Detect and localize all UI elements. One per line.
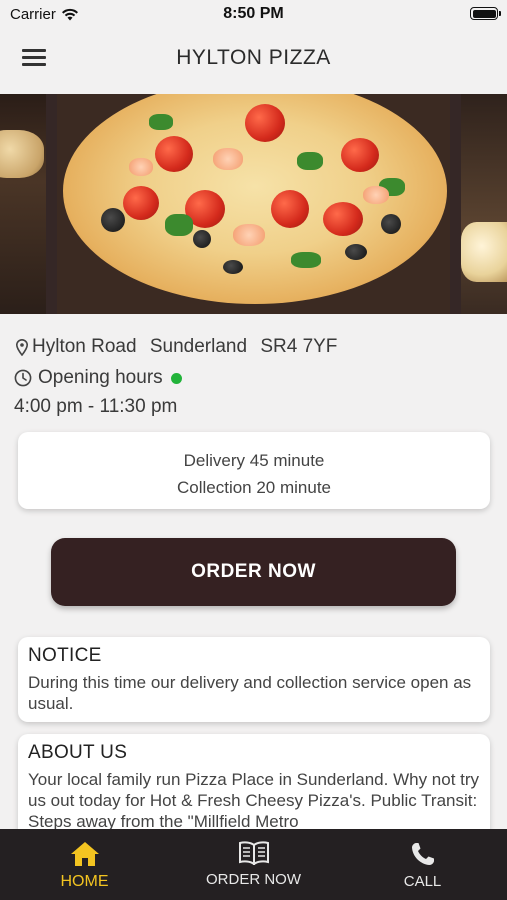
opening-hours-range: 4:00 pm - 11:30 pm <box>14 396 178 417</box>
tab-home-label: HOME <box>60 873 109 890</box>
tab-order-now[interactable]: ORDER NOW <box>169 829 338 900</box>
collection-time: Collection 20 minute <box>176 478 332 497</box>
tab-order-now-label: ORDER NOW <box>206 871 301 888</box>
menu-book-icon <box>238 841 269 865</box>
tab-bar: HOME ORDER NOW CALL <box>0 829 507 900</box>
tab-call[interactable]: CALL <box>338 829 507 900</box>
delivery-times-card: Delivery 45 minute Collection 20 minute <box>18 432 490 509</box>
photo-carousel[interactable] <box>0 94 507 314</box>
open-status-dot <box>170 372 182 384</box>
carousel-next-photo <box>461 94 507 314</box>
page-title: HYLTON PIZZA <box>176 46 331 69</box>
clock-icon <box>14 369 32 387</box>
about-body: Your local family run Pizza Place in Sun… <box>28 770 480 831</box>
tab-home[interactable]: HOME <box>0 829 169 900</box>
about-card: ABOUT US Your local family run Pizza Pla… <box>18 734 490 844</box>
notice-body: During this time our delivery and collec… <box>28 673 472 713</box>
status-bar: Carrier 8:50 PM <box>0 0 507 28</box>
address-road: Hylton Road <box>32 336 137 357</box>
home-icon <box>70 842 99 866</box>
nav-bar: HYLTON PIZZA <box>0 28 507 90</box>
carousel-prev-photo <box>0 94 46 314</box>
opening-hours-label: Opening hours <box>38 367 163 388</box>
map-pin-icon <box>16 338 28 356</box>
address-postcode: SR4 7YF <box>260 336 338 357</box>
notice-title: NOTICE <box>28 645 102 666</box>
phone-icon <box>411 843 434 865</box>
about-title: ABOUT US <box>28 742 128 763</box>
tab-call-label: CALL <box>403 873 442 890</box>
address: Hylton Road Sunderland SR4 7YF <box>16 336 345 358</box>
pizza-image <box>63 94 447 304</box>
delivery-time: Delivery 45 minute <box>183 451 325 470</box>
pizza-photo <box>57 94 450 314</box>
order-now-button[interactable]: ORDER NOW <box>51 538 456 606</box>
battery-icon <box>470 7 501 20</box>
notice-card: NOTICE During this time our delivery and… <box>18 637 490 722</box>
status-time: 8:50 PM <box>223 5 284 22</box>
opening-hours: Opening hours <box>14 367 182 389</box>
address-city: Sunderland <box>149 336 248 357</box>
